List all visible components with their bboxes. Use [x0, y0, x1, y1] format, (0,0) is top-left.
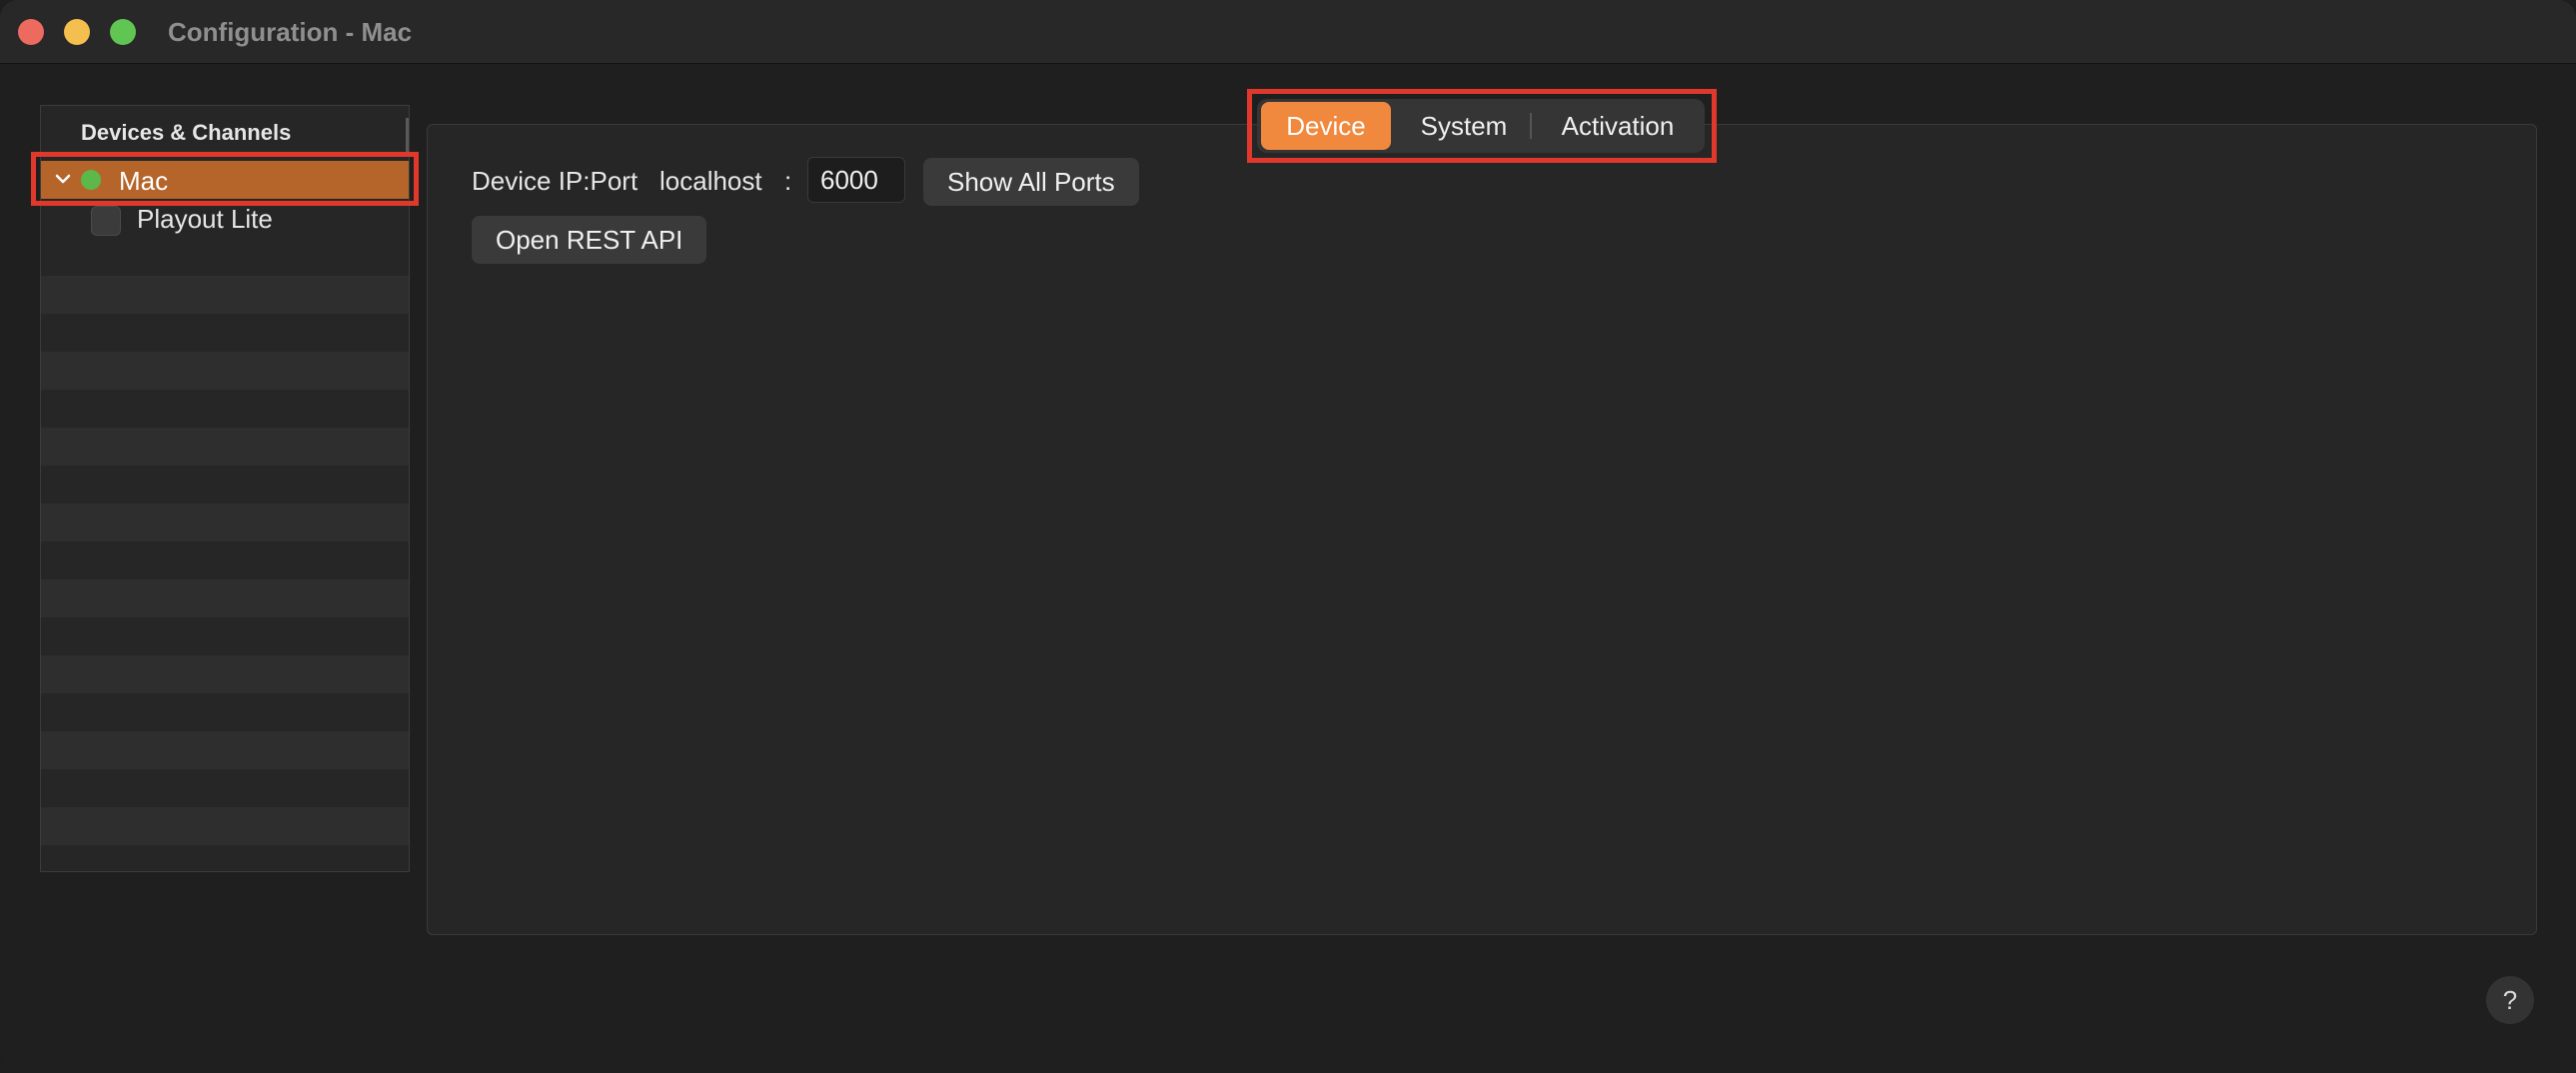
tab-separator	[1530, 113, 1532, 139]
empty-row	[41, 504, 409, 541]
zoom-window-button[interactable]	[110, 19, 136, 45]
sidebar-item-label: Mac	[119, 166, 169, 196]
empty-row	[41, 276, 409, 314]
status-online-icon	[81, 170, 101, 190]
tab-device[interactable]: Device	[1261, 102, 1391, 150]
empty-row	[41, 807, 409, 845]
host-port-separator: :	[784, 166, 792, 196]
chevron-down-icon[interactable]	[53, 169, 73, 189]
window-title: Configuration - Mac	[168, 17, 413, 47]
channel-checkbox[interactable]	[91, 206, 121, 236]
sidebar-item-mac[interactable]: Mac	[41, 161, 409, 199]
title-bar: Configuration - Mac	[0, 0, 2576, 64]
show-all-ports-button[interactable]: Show All Ports	[923, 158, 1139, 206]
empty-row	[41, 428, 409, 466]
tab-system[interactable]: System	[1397, 102, 1531, 150]
empty-row	[41, 655, 409, 693]
device-host-value: localhost	[659, 166, 762, 196]
empty-row	[41, 352, 409, 390]
open-rest-api-button[interactable]: Open REST API	[472, 216, 707, 264]
help-button[interactable]: ?	[2486, 976, 2534, 1024]
tab-activation[interactable]: Activation	[1535, 102, 1701, 150]
close-window-button[interactable]	[18, 19, 44, 45]
sidebar-scrollbar[interactable]	[406, 118, 409, 154]
sidebar-item-label: Playout Lite	[137, 204, 273, 234]
sidebar-header: Devices & Channels	[81, 120, 292, 145]
settings-tabs: Device System Activation	[1257, 99, 1705, 153]
device-settings-panel	[427, 124, 2537, 935]
minimize-window-button[interactable]	[64, 19, 90, 45]
sidebar-item-playout-lite[interactable]: Playout Lite	[41, 199, 409, 237]
configuration-window: Configuration - Mac Devices & Channels M…	[0, 0, 2576, 1073]
devices-sidebar: Devices & Channels Mac Playout Lite	[40, 105, 410, 872]
device-ip-port-label: Device IP:Port	[472, 166, 639, 196]
empty-row	[41, 579, 409, 617]
empty-row	[41, 731, 409, 769]
port-input[interactable]: 6000	[807, 157, 905, 203]
